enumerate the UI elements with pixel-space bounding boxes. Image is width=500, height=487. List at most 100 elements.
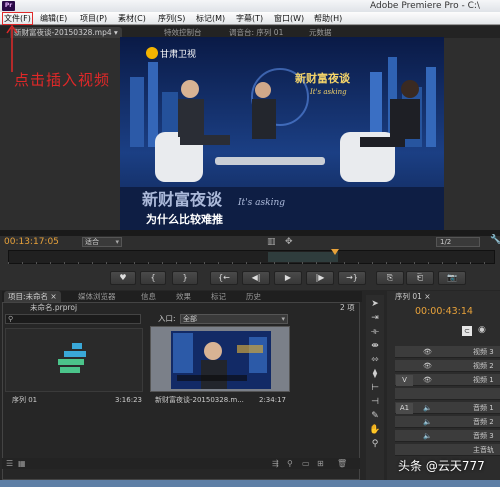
selection-tool-icon[interactable]: ➤ <box>366 298 384 310</box>
project-search-input[interactable]: ⚲ <box>5 314 141 324</box>
play-button[interactable]: ▶ <box>274 271 302 285</box>
add-marker-button[interactable]: ♥ <box>110 271 136 285</box>
menu-sequence[interactable]: 序列(S) <box>158 12 185 25</box>
menu-marker[interactable]: 标记(M) <box>196 12 225 25</box>
zoom-tool-icon[interactable]: ⚲ <box>366 438 384 450</box>
speaker-icon[interactable]: 🔈 <box>423 402 432 414</box>
track-audio-3[interactable]: 🔈 音频 3 <box>395 430 500 442</box>
automate-icon[interactable]: ⇶ <box>272 458 279 469</box>
sequence-duration: 3:16:23 <box>115 396 142 404</box>
razor-tool-icon[interactable]: ⧫ <box>366 368 384 380</box>
safe-margins-icon[interactable]: ▥ <box>267 236 276 248</box>
speaker-icon[interactable]: 🔈 <box>423 430 432 442</box>
source-controls-row <box>0 236 500 248</box>
slip-tool-icon[interactable]: ⊢ <box>366 382 384 394</box>
track-video-3[interactable]: 👁 视频 3 <box>395 346 500 358</box>
sequence-icon <box>58 343 86 373</box>
tab-markers[interactable]: 标记 <box>207 291 230 302</box>
hand-tool-icon[interactable]: ✋ <box>366 424 384 436</box>
pen-tool-icon[interactable]: ✎ <box>366 410 384 422</box>
menu-clip[interactable]: 素材(C) <box>118 12 146 25</box>
track-audio-2[interactable]: 🔈 音频 2 <box>395 416 500 428</box>
tab-project[interactable]: 项目:未命名 × <box>4 291 61 302</box>
svg-text:It's asking: It's asking <box>309 88 347 96</box>
list-view-icon[interactable]: ☰ <box>6 458 13 469</box>
eye-icon[interactable]: 👁 <box>423 374 432 386</box>
source-video-patch[interactable]: V <box>396 375 413 386</box>
wrench-icon[interactable]: 🔧 <box>490 235 500 245</box>
show-logo-floor: 新财富夜谈 <box>142 190 223 209</box>
tab-sequence-01[interactable]: 序列 01 × <box>395 291 431 302</box>
output-icon[interactable]: ✥ <box>285 236 293 248</box>
track-video-1-expanded <box>395 388 500 400</box>
in-filter-select[interactable]: 全部 <box>180 314 288 324</box>
rolling-edit-tool-icon[interactable]: ⇼ <box>366 340 384 352</box>
go-to-out-button[interactable]: →} <box>338 271 366 285</box>
export-frame-button[interactable]: 📷 <box>438 271 466 285</box>
menu-help[interactable]: 帮助(H) <box>314 12 342 25</box>
slide-tool-icon[interactable]: ⊣ <box>366 396 384 408</box>
premiere-app-icon[interactable]: Pr <box>2 1 15 11</box>
step-back-button[interactable]: ◀| <box>242 271 270 285</box>
search-icon: ⚲ <box>8 315 14 323</box>
step-forward-button[interactable]: |▶ <box>306 271 334 285</box>
svg-text:新财富夜谈: 新财富夜谈 <box>295 71 351 85</box>
speaker-icon[interactable]: 🔈 <box>423 416 432 428</box>
ruler-ticks <box>8 262 495 264</box>
tab-media-browser[interactable]: 媒体浏览器 <box>74 291 120 302</box>
item-count: 2 项 <box>340 303 355 312</box>
sequence-name: 序列 01 <box>12 396 38 404</box>
icon-view-icon[interactable]: ▦ <box>18 458 26 469</box>
annotation-text: 点击插入视频 <box>14 71 111 89</box>
fit-select[interactable]: 适合 <box>82 237 122 247</box>
annotation-arrow <box>2 22 22 76</box>
show-logo-floor-en: It's asking <box>237 198 285 208</box>
ripple-edit-tool-icon[interactable]: ⟛ <box>366 326 384 338</box>
new-item-icon[interactable]: ⊞ <box>317 458 324 469</box>
insert-button[interactable]: ⎘ <box>376 271 404 285</box>
mark-out-button[interactable]: } <box>172 271 198 285</box>
resolution-select[interactable]: 1/2 <box>436 237 480 247</box>
eye-icon[interactable]: 👁 <box>423 346 432 358</box>
clip-duration: 2:34:17 <box>259 396 286 404</box>
svg-text:甘肃卫视: 甘肃卫视 <box>160 48 196 60</box>
clip-name: 新财富夜谈-20150328.m... <box>155 396 244 404</box>
tab-source-clip[interactable]: 新财富夜谈-20150328.mp4 ▾ <box>10 27 122 38</box>
find-icon[interactable]: ⚲ <box>287 458 293 469</box>
project-panel-tabs: 项目:未命名 × 媒体浏览器 信息 效果 标记 历史 <box>2 291 362 302</box>
tab-info[interactable]: 信息 <box>137 291 160 302</box>
window-title: Adobe Premiere Pro - C:\ <box>370 1 480 11</box>
timeline-timecode[interactable]: 00:00:43:14 <box>415 306 473 318</box>
tab-history[interactable]: 历史 <box>242 291 265 302</box>
watermark: 头条 @云天777 <box>398 459 485 473</box>
eye-icon[interactable]: 👁 <box>423 360 432 372</box>
menu-title[interactable]: 字幕(T) <box>236 12 263 25</box>
track-select-tool-icon[interactable]: ⇥ <box>366 312 384 324</box>
clip-preview-image <box>171 331 271 389</box>
studio-scene-image: 甘肃卫视 新财富夜谈 It's asking 新财富夜谈 It's asking… <box>120 37 444 230</box>
title-bar: Pr Adobe Premiere Pro - C:\ <box>0 0 500 12</box>
source-timecode[interactable]: 00:13:17:05 <box>4 236 59 248</box>
sequence-thumbnail[interactable] <box>5 328 143 392</box>
tab-effects[interactable]: 效果 <box>172 291 195 302</box>
go-to-in-button[interactable]: {← <box>210 271 238 285</box>
project-bottom-toolbar: ☰ ▦ ⇶ ⚲ ▭ ⊞ 🗑 <box>2 458 360 469</box>
marker-icon[interactable]: ◉ <box>478 325 486 335</box>
in-out-range <box>268 252 338 262</box>
clip-thumbnail[interactable] <box>150 326 290 392</box>
snap-icon[interactable]: ⊂ <box>462 326 472 336</box>
new-bin-icon[interactable]: ▭ <box>302 458 310 469</box>
mark-in-button[interactable]: { <box>140 271 166 285</box>
source-audio-patch[interactable]: A1 <box>396 403 413 414</box>
menu-window[interactable]: 窗口(W) <box>274 12 304 25</box>
in-label: 入口: <box>158 314 176 323</box>
project-filename: 未命名.prproj <box>30 303 78 312</box>
track-master[interactable]: 主音轨 <box>395 444 500 456</box>
rate-stretch-tool-icon[interactable]: ⬄ <box>366 354 384 366</box>
trash-icon[interactable]: 🗑 <box>337 458 347 469</box>
overwrite-button[interactable]: ⎗ <box>406 271 434 285</box>
track-video-2[interactable]: 👁 视频 2 <box>395 360 500 372</box>
taskbar <box>0 480 500 487</box>
menu-edit[interactable]: 编辑(E) <box>40 12 67 25</box>
menu-project[interactable]: 项目(P) <box>80 12 107 25</box>
